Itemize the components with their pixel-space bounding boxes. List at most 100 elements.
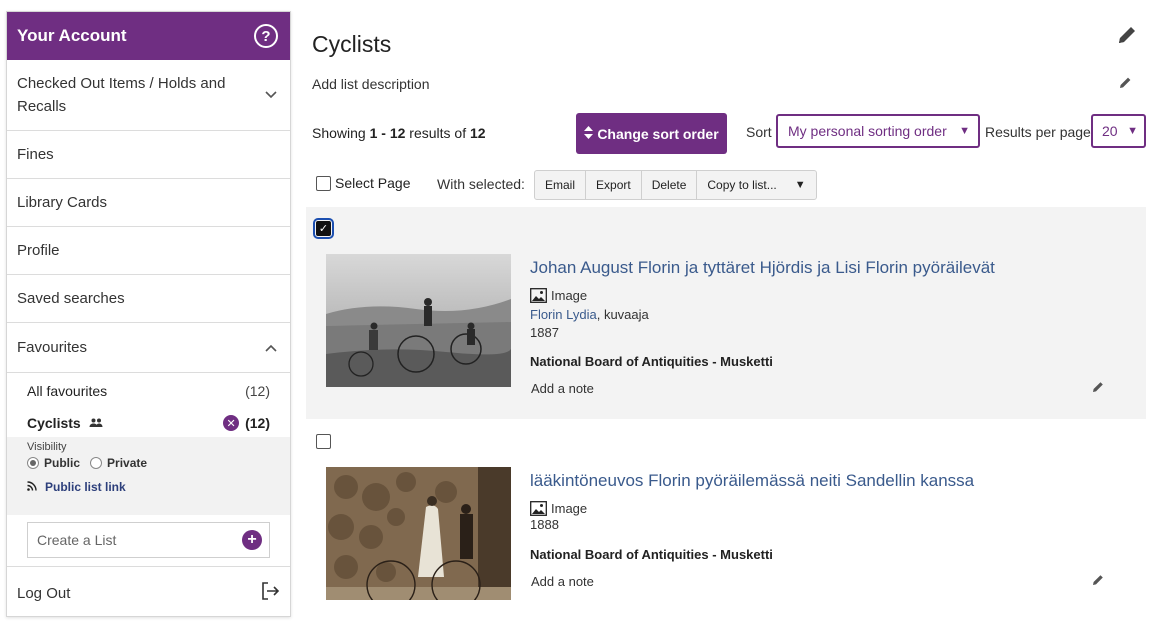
sidebar-item-saved-searches[interactable]: Saved searches: [7, 275, 290, 323]
chevron-down-icon[interactable]: [262, 86, 280, 104]
visibility-private-radio[interactable]: Private: [90, 456, 147, 470]
edit-note-pencil-icon[interactable]: [1092, 573, 1104, 585]
record-format: Image: [530, 288, 587, 303]
results-summary-prefix: Showing: [312, 125, 370, 141]
sign-out-icon: [260, 581, 280, 605]
rss-icon: [27, 480, 37, 494]
record-title-link[interactable]: Johan August Florin ja tyttäret Hjördis …: [530, 258, 995, 278]
sort-select-value: My personal sorting order: [788, 123, 947, 139]
add-note-link[interactable]: Add a note: [531, 574, 594, 589]
sort-label: Sort: [746, 124, 772, 140]
public-list-link[interactable]: Public list link: [27, 480, 270, 494]
radio-unselected-icon: [90, 457, 103, 469]
favourite-list-label: Cyclists: [27, 415, 81, 431]
favourite-list-label: All favourites: [27, 383, 108, 399]
radio-label: Public: [44, 456, 81, 470]
with-selected-label: With selected:: [437, 176, 525, 192]
results-per-page-select[interactable]: 20 ▼: [1091, 114, 1146, 148]
record-author: Florin Lydia, kuvaaja: [530, 307, 649, 322]
caret-down-icon: ▼: [1127, 125, 1138, 137]
favourite-list-count: (12): [245, 383, 270, 399]
caret-down-icon: ▼: [959, 125, 970, 137]
record-thumbnail[interactable]: [326, 254, 511, 387]
favourite-list-all[interactable]: All favourites (12): [7, 373, 290, 409]
sidebar-item-fines[interactable]: Fines: [7, 131, 290, 179]
export-button[interactable]: Export: [586, 171, 642, 199]
sidebar-item-label: Log Out: [17, 584, 71, 602]
visibility-label: Visibility: [27, 441, 67, 453]
copy-to-list-label: Copy to list...: [707, 178, 777, 192]
account-sidebar: Your Account ? Checked Out Items / Holds…: [6, 11, 291, 617]
select-page-checkbox[interactable]: Select Page: [316, 175, 411, 191]
record-format: Image: [530, 501, 587, 516]
record-format-label: Image: [551, 288, 588, 303]
results-summary-mid: results of: [405, 125, 470, 141]
image-icon: [530, 501, 547, 516]
sidebar-title: Your Account: [17, 26, 127, 45]
delete-button[interactable]: Delete: [642, 171, 698, 199]
record-year: 1887: [530, 325, 559, 340]
create-list-placeholder: Create a List: [37, 532, 117, 548]
select-page-label: Select Page: [335, 175, 411, 191]
change-sort-order-button[interactable]: Change sort order: [576, 113, 727, 154]
results-summary: Showing 1 - 12 results of 12: [312, 125, 486, 141]
image-icon: [530, 288, 547, 303]
add-description-link[interactable]: Add list description: [312, 76, 430, 92]
radio-label: Private: [107, 456, 148, 470]
results-range: 1 - 12: [369, 125, 406, 141]
sidebar-item-library-cards[interactable]: Library Cards: [7, 179, 290, 227]
sidebar-item-label: Favourites: [17, 339, 88, 356]
plus-circle-icon[interactable]: +: [242, 530, 262, 550]
author-role: , kuvaaja: [596, 307, 649, 322]
record-thumbnail[interactable]: [326, 467, 511, 600]
email-button[interactable]: Email: [535, 171, 587, 199]
sidebar-item-label: Profile: [17, 242, 60, 259]
favourites-list: All favourites (12) Cyclists ✕ (12) Visi…: [7, 373, 290, 567]
results-per-page-value: 20: [1102, 123, 1118, 139]
add-note-link[interactable]: Add a note: [531, 381, 594, 396]
edit-description-pencil-icon[interactable]: [1119, 76, 1132, 89]
author-link[interactable]: Florin Lydia: [530, 307, 597, 322]
favourite-list-count: (12): [245, 415, 270, 431]
chevron-up-icon[interactable]: [262, 339, 280, 357]
record-title-link[interactable]: lääkintöneuvos Florin pyöräilemässä neit…: [530, 471, 974, 491]
delete-list-icon[interactable]: ✕: [223, 415, 240, 431]
sort-icon: [584, 125, 594, 142]
public-list-link-label: Public list link: [45, 480, 126, 494]
sidebar-item-favourites[interactable]: Favourites: [7, 323, 290, 373]
record-source: National Board of Antiquities - Musketti: [530, 547, 773, 562]
results-per-page-label: Results per page: [985, 124, 1091, 140]
sort-button-label: Change sort order: [597, 125, 719, 142]
record-format-label: Image: [551, 501, 588, 516]
sidebar-item-label: Checked Out Items / Holds and Recalls: [17, 75, 226, 115]
sidebar-item-label: Library Cards: [17, 194, 108, 211]
record-year: 1888: [530, 517, 559, 532]
radio-selected-icon: [27, 457, 39, 469]
users-icon: [89, 415, 103, 431]
create-list-input[interactable]: Create a List +: [27, 522, 270, 558]
edit-title-pencil-icon[interactable]: [1116, 24, 1138, 46]
sidebar-item-label: Fines: [17, 146, 54, 163]
bulk-actions: Email Export Delete Copy to list... ▼: [534, 170, 817, 200]
sidebar-item-label: Saved searches: [17, 290, 125, 307]
favourite-list-current[interactable]: Cyclists ✕ (12): [7, 409, 290, 437]
sort-select[interactable]: My personal sorting order ▼: [776, 114, 980, 148]
copy-to-list-select[interactable]: Copy to list... ▼: [697, 171, 815, 199]
edit-note-pencil-icon[interactable]: [1092, 380, 1104, 392]
record-checkbox[interactable]: [316, 434, 331, 449]
record-checkbox[interactable]: ✓: [313, 218, 334, 239]
list-main: Cyclists Add list description Showing 1 …: [306, 0, 1146, 632]
sidebar-item-logout[interactable]: Log Out: [7, 567, 290, 616]
visibility-public-radio[interactable]: Public: [27, 456, 80, 470]
results-total: 12: [470, 125, 486, 141]
visibility-panel: Visibility Public Private Public list li…: [7, 437, 290, 515]
sidebar-item-profile[interactable]: Profile: [7, 227, 290, 275]
checkbox-icon[interactable]: [316, 175, 331, 191]
record-item: lääkintöneuvos Florin pyöräilemässä neit…: [306, 420, 1146, 632]
record-item: ✓ Johan August Florin ja tyttäret Hjördi…: [306, 207, 1146, 419]
sidebar-header: Your Account ?: [7, 12, 290, 60]
question-circle-icon[interactable]: ?: [254, 24, 278, 48]
sidebar-item-checked-out[interactable]: Checked Out Items / Holds and Recalls: [7, 60, 290, 131]
record-source: National Board of Antiquities - Musketti: [530, 354, 773, 369]
caret-down-icon: ▼: [794, 179, 806, 191]
